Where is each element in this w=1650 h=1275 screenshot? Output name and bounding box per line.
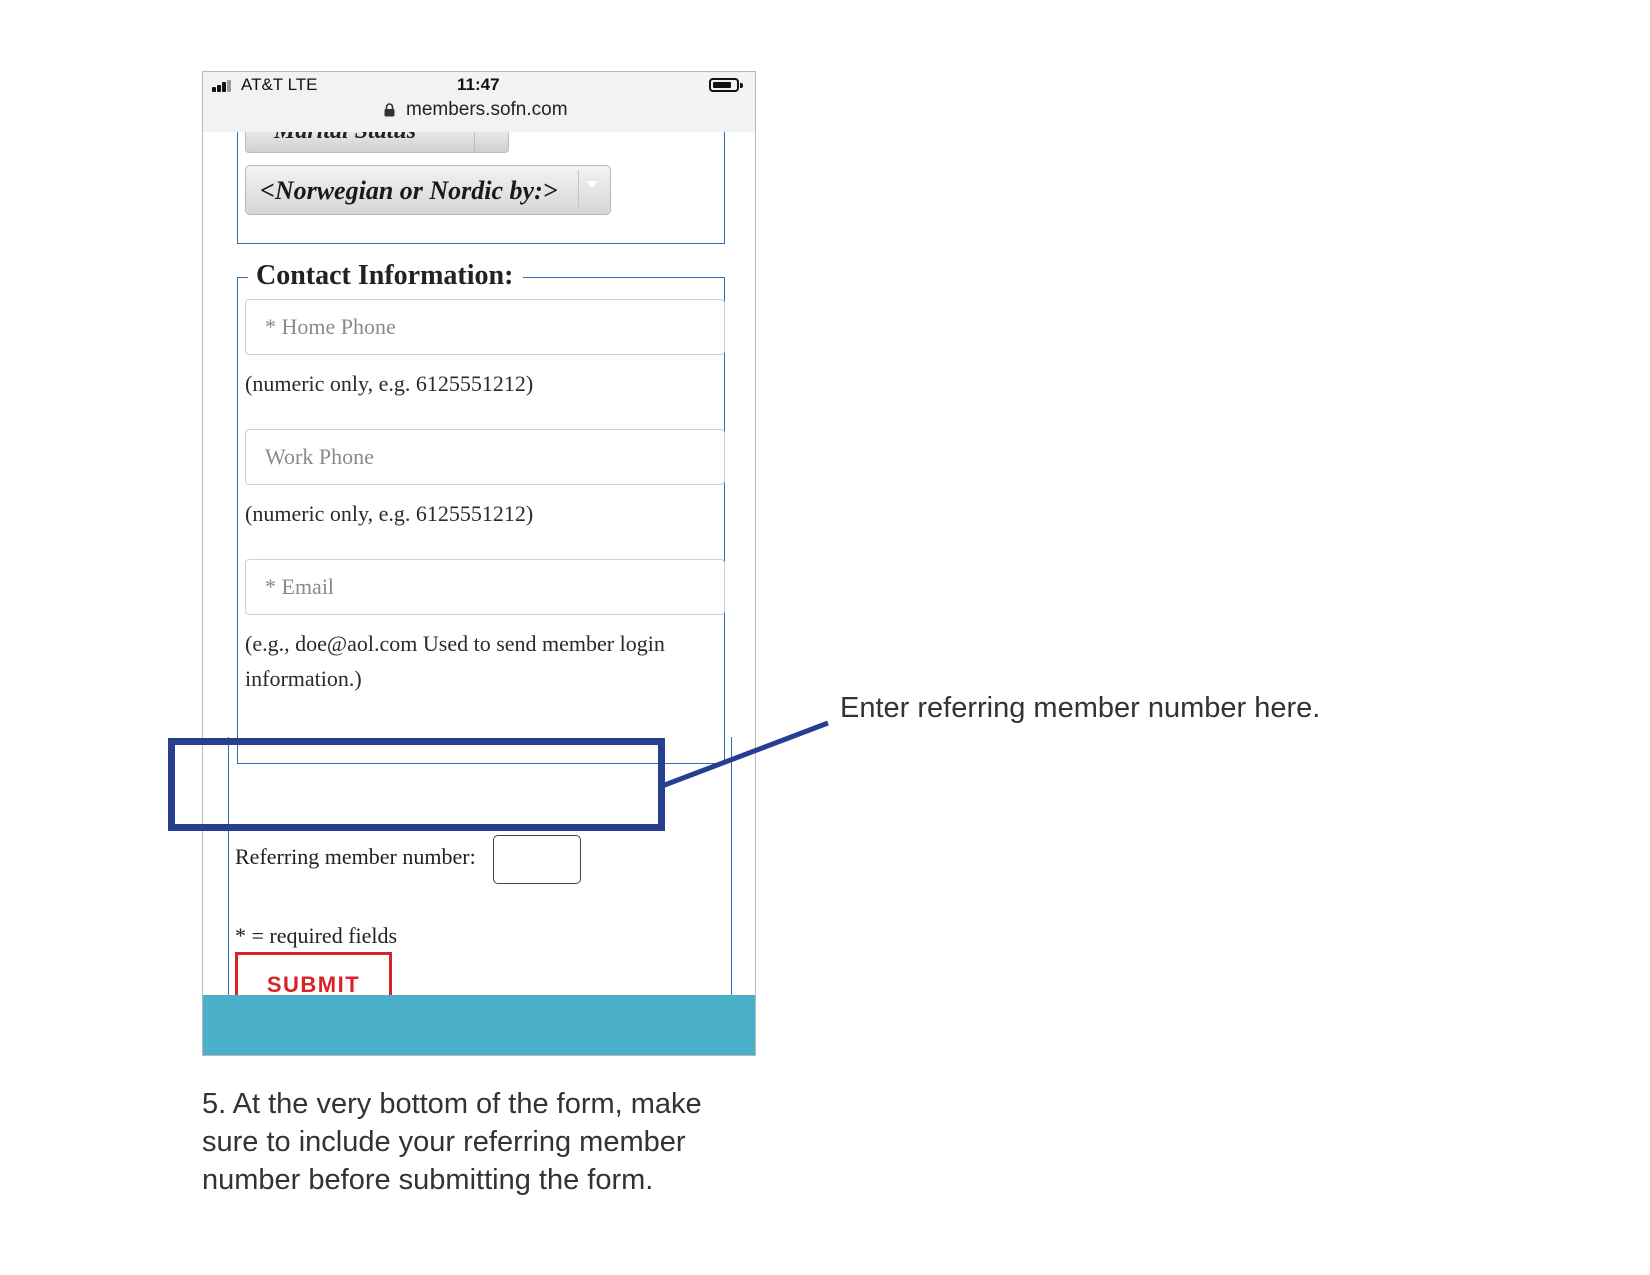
chevron-down-icon <box>587 181 597 188</box>
clock: 11:47 <box>457 75 500 94</box>
home-phone-placeholder: * Home Phone <box>265 314 396 339</box>
battery-icon <box>709 78 743 92</box>
marital-status-select[interactable]: Marital Status <box>245 132 509 153</box>
norwegian-nordic-select[interactable]: <Norwegian or Nordic by:> <box>245 165 611 215</box>
address-bar-url[interactable]: members.sofn.com <box>406 99 568 121</box>
step-caption: 5. At the very bottom of the form, make … <box>202 1088 702 1196</box>
norwegian-nordic-value: <Norwegian or Nordic by:> <box>260 176 558 205</box>
home-phone-hint: (numeric only, e.g. 6125551212) <box>245 371 534 396</box>
phone-screenshot: AT&T LTE 11:47 members.sofn.com Marital … <box>202 71 756 1056</box>
work-phone-placeholder: Work Phone <box>265 444 374 469</box>
work-phone-field[interactable]: Work Phone <box>245 429 725 485</box>
work-phone-hint: (numeric only, e.g. 6125551212) <box>245 501 534 526</box>
lock-icon <box>384 103 395 117</box>
carrier-label: AT&T LTE <box>241 75 318 94</box>
referring-member-label: Referring member number: <box>235 844 476 869</box>
signal-icon <box>212 80 236 92</box>
callout-highlight-box <box>168 738 665 831</box>
form-content: Marital Status <Norwegian or Nordic by:>… <box>203 132 755 1055</box>
email-placeholder: * Email <box>265 574 335 599</box>
status-bar: AT&T LTE 11:47 members.sofn.com <box>203 72 755 132</box>
home-phone-field[interactable]: * Home Phone <box>245 299 725 355</box>
contact-legend: Contact Information: <box>248 260 524 292</box>
footer-band <box>203 995 755 1055</box>
referring-member-input[interactable] <box>493 835 581 884</box>
email-hint: (e.g., doe@aol.com Used to send member l… <box>245 631 665 691</box>
required-fields-note: * = required fields <box>235 923 398 948</box>
marital-status-label: Marital Status <box>274 132 416 145</box>
email-field[interactable]: * Email <box>245 559 725 615</box>
callout-text: Enter referring member number here. <box>840 692 1321 724</box>
